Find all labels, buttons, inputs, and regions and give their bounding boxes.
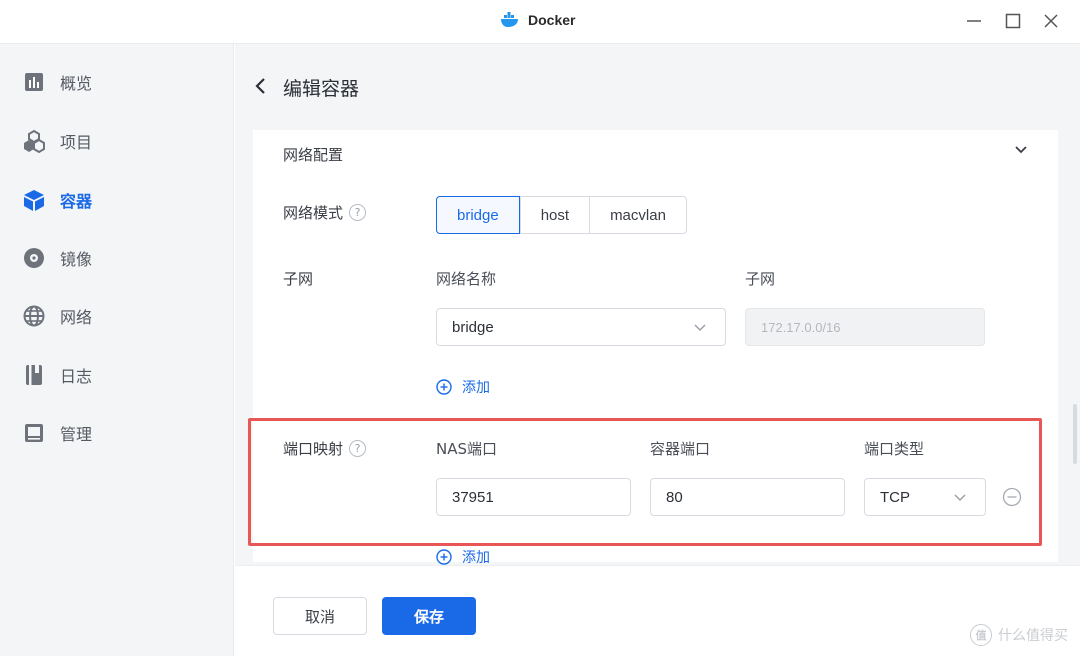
- container-port-column-label: 容器端口: [650, 440, 711, 458]
- sidebar-item-image[interactable]: 镜像: [22, 244, 92, 272]
- sidebar-item-log[interactable]: 日志: [22, 361, 92, 389]
- app-title: Docker: [500, 10, 575, 30]
- remove-port-icon[interactable]: [1002, 487, 1022, 507]
- nas-port-column-label: NAS端口: [436, 440, 498, 458]
- mode-option-bridge[interactable]: bridge: [436, 196, 520, 234]
- sidebar-item-label: 管理: [60, 425, 93, 444]
- add-label: 添加: [462, 380, 490, 396]
- save-button[interactable]: 保存: [382, 597, 476, 635]
- scrollbar-thumb[interactable]: [1073, 404, 1077, 464]
- help-icon[interactable]: ?: [349, 204, 367, 221]
- watermark-text: 什么值得买: [998, 628, 1068, 644]
- footer-bar: 取消 保存 值 什么值得买: [235, 565, 1080, 656]
- port-mapping-label: 端口映射 ?: [283, 438, 367, 459]
- title-bar: Docker: [0, 0, 1080, 44]
- log-book-icon: [22, 363, 46, 387]
- network-name-select[interactable]: bridge: [436, 308, 726, 346]
- close-button[interactable]: [1040, 10, 1062, 32]
- chevron-down-icon: [954, 494, 966, 502]
- sidebar-item-container[interactable]: 容器: [22, 186, 92, 214]
- sidebar-item-label: 概览: [60, 74, 93, 93]
- sidebar-item-overview[interactable]: 概览: [22, 68, 92, 96]
- network-name-column-label: 网络名称: [436, 270, 497, 288]
- container-port-value: 80: [666, 488, 683, 506]
- sidebar-item-label: 网络: [60, 308, 93, 327]
- cancel-button[interactable]: 取消: [273, 597, 367, 635]
- sidebar-item-label: 项目: [60, 133, 93, 152]
- section-title: 网络配置: [283, 146, 344, 164]
- add-network-button[interactable]: 添加: [436, 377, 490, 397]
- mode-option-host[interactable]: host: [519, 197, 589, 233]
- sidebar-item-manage[interactable]: 管理: [22, 419, 92, 447]
- page-header: 编辑容器: [235, 44, 1080, 130]
- window-title: Docker: [528, 12, 576, 28]
- port-type-column-label: 端口类型: [864, 440, 925, 458]
- manage-panel-icon: [22, 421, 46, 445]
- mode-option-macvlan[interactable]: macvlan: [589, 197, 686, 233]
- sidebar-item-network[interactable]: 网络: [22, 302, 92, 330]
- subnet-column-label: 子网: [745, 270, 776, 288]
- subnet-row-label: 子网: [283, 270, 314, 288]
- minimize-button[interactable]: [963, 10, 985, 32]
- plus-circle-icon: [436, 379, 452, 395]
- watermark-logo-icon: 值: [970, 624, 992, 646]
- subnet-field: 172.17.0.0/16: [745, 308, 985, 346]
- plus-circle-icon: [436, 549, 452, 565]
- watermark: 值 什么值得买: [970, 624, 1068, 646]
- nas-port-value: 37951: [452, 488, 494, 506]
- network-config-card: 网络配置 网络模式 ? bridge host macvlan 子网 网络名称 …: [253, 130, 1058, 566]
- page-title: 编辑容器: [283, 78, 360, 100]
- docker-whale-icon: [501, 12, 518, 27]
- container-port-input[interactable]: 80: [650, 478, 845, 516]
- network-globe-icon: [22, 304, 46, 328]
- sidebar: 概览 项目 容器 镜像 网络 日志 管理: [0, 44, 234, 656]
- network-mode-text: 网络模式: [283, 204, 344, 222]
- sidebar-item-label: 容器: [60, 192, 93, 211]
- add-port-button[interactable]: 添加: [436, 547, 490, 567]
- sidebar-item-label: 日志: [60, 367, 93, 386]
- network-mode-label: 网络模式 ?: [283, 202, 367, 223]
- network-name-value: bridge: [452, 318, 494, 336]
- back-arrow-icon[interactable]: [253, 76, 269, 96]
- subnet-value: 172.17.0.0/16: [761, 319, 841, 335]
- port-type-select[interactable]: TCP: [864, 478, 986, 516]
- maximize-icon: [1005, 13, 1021, 29]
- maximize-button[interactable]: [1002, 10, 1024, 32]
- help-icon[interactable]: ?: [349, 440, 367, 457]
- nas-port-input[interactable]: 37951: [436, 478, 631, 516]
- container-cube-icon: [22, 188, 46, 212]
- image-disc-icon: [22, 246, 46, 270]
- port-mapping-text: 端口映射: [283, 440, 344, 458]
- chevron-down-icon: [694, 324, 706, 332]
- close-icon: [1044, 14, 1058, 28]
- port-type-value: TCP: [880, 488, 910, 506]
- network-mode-selector: bridge host macvlan: [436, 196, 687, 234]
- add-label: 添加: [462, 550, 490, 566]
- project-cubes-icon: [22, 129, 46, 153]
- chevron-down-icon[interactable]: [1013, 142, 1029, 158]
- minimize-icon: [967, 20, 981, 22]
- sidebar-item-label: 镜像: [60, 250, 93, 269]
- overview-chart-icon: [22, 70, 46, 94]
- sidebar-item-project[interactable]: 项目: [22, 127, 92, 155]
